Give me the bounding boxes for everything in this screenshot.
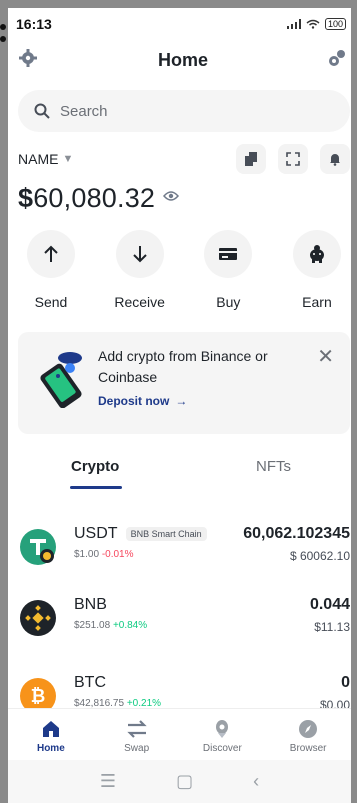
buy-button[interactable]: Buy	[195, 230, 261, 310]
arrow-up-icon	[27, 230, 75, 278]
tab-nfts[interactable]: NFTs	[256, 458, 291, 475]
compass-icon	[299, 720, 318, 738]
phone-illustration-icon	[40, 352, 82, 408]
tab-crypto[interactable]: Crypto	[71, 458, 119, 475]
walletconnect-icon[interactable]	[328, 48, 348, 73]
wallet-tools	[236, 144, 350, 174]
asset-amount: 0	[341, 674, 350, 691]
usdt-icon	[20, 529, 56, 565]
piggy-icon	[292, 230, 341, 278]
back-icon[interactable]: ‹	[253, 771, 259, 792]
nav-home[interactable]: Home	[19, 719, 83, 754]
asset-amount: 0.044	[309, 596, 350, 613]
price-change: +0.84%	[112, 620, 148, 631]
asset-symbol: USDT	[74, 525, 118, 542]
search-icon	[34, 103, 50, 119]
buy-label: Buy	[216, 294, 241, 310]
balance-number: 60,080.32	[33, 182, 156, 213]
frame-edge-top	[0, 0, 357, 8]
nav-discover[interactable]: Discover	[190, 719, 254, 754]
wallet-row: NAME ▼	[18, 144, 350, 174]
asset-row-bnb[interactable]: BNB $251.08 +0.84% 0.044 $11.13	[18, 592, 350, 640]
asset-name: BTC	[74, 674, 106, 692]
bell-icon[interactable]	[320, 144, 350, 174]
wifi-icon	[306, 19, 320, 29]
asset-amount: 60,062.102345	[243, 525, 350, 542]
arrow-right-icon: →	[175, 394, 188, 408]
eye-icon[interactable]	[163, 189, 180, 207]
balance-currency: $	[18, 182, 34, 213]
nav-swap[interactable]: Swap	[105, 719, 169, 754]
price-change: -0.01%	[101, 549, 134, 560]
battery-icon: 100	[324, 18, 346, 30]
page-title: Home	[157, 49, 208, 70]
earn-label: Earn	[302, 294, 332, 310]
nav-browser-label: Browser	[289, 743, 327, 754]
deposit-promo-card[interactable]: Add crypto from Binance or Coinbase Depo…	[18, 332, 350, 434]
earn-button[interactable]: Earn	[284, 230, 350, 310]
settings-gear-icon[interactable]	[18, 48, 38, 73]
home-square-icon[interactable]: ▢	[176, 771, 193, 792]
asset-fiat-value: $11.13	[314, 620, 350, 634]
frame-dot	[0, 24, 6, 30]
asset-symbol: BNB	[74, 596, 107, 613]
nav-home-label: Home	[36, 743, 65, 754]
promo-text: Add crypto from Binance or Coinbase	[98, 348, 268, 385]
send-label: Send	[34, 294, 68, 310]
phone-frame: 16:13 100 Home Search NAME ▼ $60,080.32 …	[0, 0, 357, 803]
nav-discover-label: Discover	[202, 743, 242, 754]
arrow-down-icon	[115, 230, 164, 278]
receive-button[interactable]: Receive	[107, 230, 173, 310]
system-navigation-bar: ☰ ▢ ‹	[8, 760, 351, 803]
copy-icon[interactable]	[236, 144, 266, 174]
caret-down-icon: ▼	[62, 153, 74, 165]
total-balance: $60,080.32	[18, 178, 180, 218]
search-bar[interactable]: Search	[18, 90, 350, 132]
asset-symbol: BTC	[74, 674, 106, 691]
status-time: 16:13	[16, 16, 52, 32]
nav-browser[interactable]: Browser	[276, 719, 340, 754]
asset-fiat-value: $ 60062.10	[289, 549, 350, 563]
wallet-name: NAME	[18, 151, 59, 167]
app-header: Home	[18, 44, 348, 76]
asset-price: $1.00 -0.01%	[74, 549, 134, 560]
frame-edge-left	[0, 0, 8, 803]
asset-price: $251.08 +0.84%	[74, 620, 147, 631]
price-value: $1.00	[74, 549, 100, 560]
swap-icon	[126, 720, 147, 738]
receive-label: Receive	[114, 294, 165, 310]
status-icons: 100	[286, 18, 346, 30]
search-placeholder: Search	[60, 102, 108, 120]
nav-swap-label: Swap	[124, 743, 150, 754]
signal-icon	[286, 19, 301, 29]
bnb-icon	[20, 600, 56, 636]
card-icon	[204, 230, 253, 278]
balance-amount: $60,080.32	[18, 183, 155, 214]
tab-active-indicator	[70, 486, 122, 489]
asset-tabs: Crypto NFTs	[18, 452, 350, 492]
frame-dot	[0, 36, 6, 42]
deposit-now-label: Deposit now	[98, 394, 170, 408]
status-bar: 16:13 100	[16, 14, 346, 34]
asset-row-usdt[interactable]: USDT BNB Smart Chain $1.00 -0.01% 60,062…	[18, 521, 350, 569]
bottom-nav: Home Swap Discover Browser	[8, 708, 351, 760]
recents-icon[interactable]: ☰	[100, 771, 116, 792]
wallet-selector[interactable]: NAME ▼	[18, 151, 73, 167]
deposit-now-link[interactable]: Deposit now →	[98, 394, 187, 408]
asset-name: USDT BNB Smart Chain	[74, 525, 207, 543]
quick-actions: Send Receive Buy Earn	[18, 230, 350, 310]
asset-name: BNB	[74, 596, 107, 614]
frame-edge-right	[351, 0, 357, 803]
price-value: $251.08	[74, 620, 111, 631]
home-icon	[42, 721, 59, 737]
rocket-icon	[216, 720, 229, 738]
close-icon[interactable]: ✕	[317, 344, 334, 369]
send-button[interactable]: Send	[18, 230, 84, 310]
scan-icon[interactable]	[278, 144, 308, 174]
chain-badge: BNB Smart Chain	[125, 527, 207, 541]
